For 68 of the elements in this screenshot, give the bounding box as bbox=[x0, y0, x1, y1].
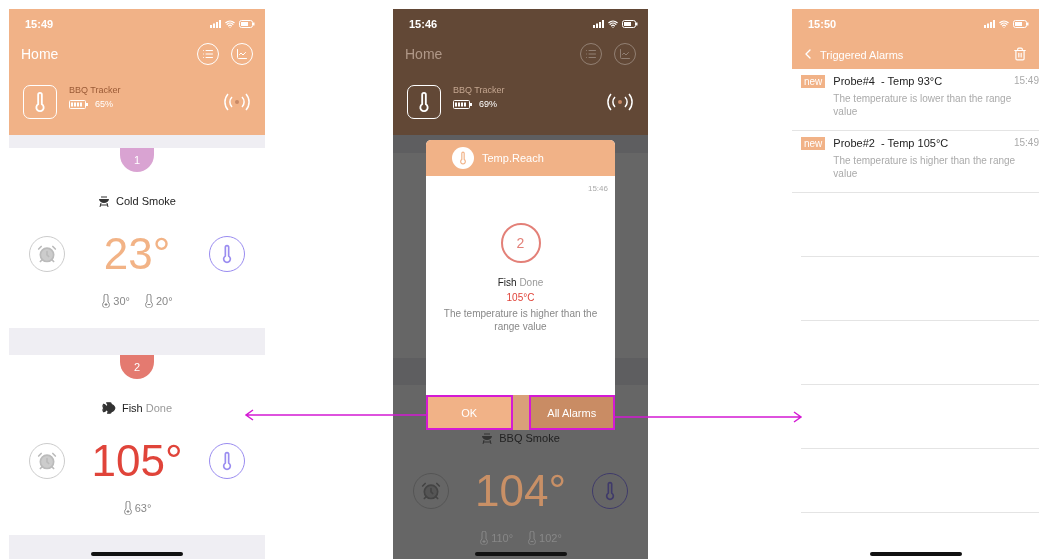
ok-button[interactable]: OK bbox=[426, 395, 513, 430]
signal-icon bbox=[210, 20, 221, 28]
broadcast-icon bbox=[606, 93, 634, 111]
alarm-title: Probe#4 - Temp 93°C bbox=[833, 75, 943, 87]
thermometer-icon[interactable] bbox=[407, 85, 441, 119]
alarm-message: The temperature is higher than the range value bbox=[442, 307, 599, 333]
alarm-clock-icon bbox=[37, 451, 57, 471]
wifi-icon bbox=[608, 19, 618, 29]
probe-number: 1 bbox=[120, 148, 154, 172]
status-time: 15:46 bbox=[409, 18, 438, 30]
probe-temperature: 105° bbox=[91, 436, 183, 486]
signal-icon bbox=[593, 20, 604, 28]
battery-icon bbox=[69, 99, 89, 109]
chart-icon bbox=[236, 48, 248, 60]
probe-name: Cold Smoke bbox=[116, 195, 176, 207]
new-tag: new bbox=[801, 137, 826, 150]
probe-number: 2 bbox=[120, 355, 154, 379]
alarm-message: The temperature is higher than the range value bbox=[833, 154, 1017, 180]
grill-icon bbox=[98, 195, 111, 207]
dialog-title: Temp.Reach bbox=[482, 152, 544, 164]
wifi-icon bbox=[225, 19, 235, 29]
target-temperature: 20° bbox=[144, 294, 173, 308]
battery-icon bbox=[622, 20, 638, 28]
thermometer-minus-icon bbox=[527, 531, 538, 545]
target-temperature: 30° bbox=[101, 294, 130, 308]
device-name: BBQ Tracker bbox=[69, 85, 122, 95]
probe-name: Fish Done bbox=[121, 402, 173, 414]
probe-name: Fish Done bbox=[496, 277, 545, 288]
alarm-message: The temperature is lower than the range value bbox=[833, 92, 1013, 118]
alarm-clock-icon bbox=[37, 244, 57, 264]
status-time: 15:50 bbox=[808, 18, 837, 30]
status-time: 15:49 bbox=[25, 18, 54, 30]
list-icon bbox=[585, 48, 597, 60]
thermometer-plus-icon bbox=[122, 501, 133, 515]
target-temperature: 63° bbox=[122, 501, 152, 515]
broadcast-icon bbox=[223, 93, 251, 111]
alarm-time: 15:49 bbox=[1013, 75, 1039, 87]
trash-button[interactable] bbox=[1013, 47, 1027, 61]
battery-icon bbox=[453, 99, 473, 109]
chart-icon bbox=[619, 48, 631, 60]
signal-icon bbox=[984, 20, 995, 28]
thermometer-plus-icon bbox=[479, 531, 490, 545]
all-alarms-button[interactable]: All Alarms bbox=[528, 395, 615, 430]
probe-temperature: 104° bbox=[475, 466, 566, 516]
new-tag: new bbox=[801, 75, 826, 88]
temperature-reading: 105°C bbox=[505, 292, 536, 303]
battery-percent: 65% bbox=[95, 99, 113, 109]
wifi-icon bbox=[999, 19, 1009, 29]
page-title: Home bbox=[21, 46, 60, 62]
page-title: Triggered Alarms bbox=[820, 48, 905, 62]
probe-temperature: 23° bbox=[103, 229, 171, 279]
alarm-time: 15:49 bbox=[1013, 137, 1039, 149]
battery-icon bbox=[1013, 20, 1029, 28]
device-name: BBQ Tracker bbox=[453, 85, 506, 95]
battery-percent: 69% bbox=[479, 99, 497, 109]
thermometer-plus-icon bbox=[101, 294, 112, 308]
alarm-clock-icon bbox=[421, 481, 441, 501]
thermometer-minus-icon bbox=[144, 294, 154, 308]
grill-icon bbox=[481, 432, 494, 444]
list-icon bbox=[202, 48, 214, 60]
probe-number: 2 bbox=[500, 223, 541, 263]
battery-icon bbox=[239, 20, 255, 28]
dialog-time: 15:46 bbox=[587, 184, 608, 193]
page-title: Home bbox=[405, 46, 444, 62]
thermometer-icon bbox=[452, 147, 474, 169]
probe-name: BBQ Smoke bbox=[499, 432, 560, 444]
fish-icon bbox=[101, 401, 116, 415]
alarm-title: Probe#2 - Temp 105°C bbox=[833, 137, 949, 149]
